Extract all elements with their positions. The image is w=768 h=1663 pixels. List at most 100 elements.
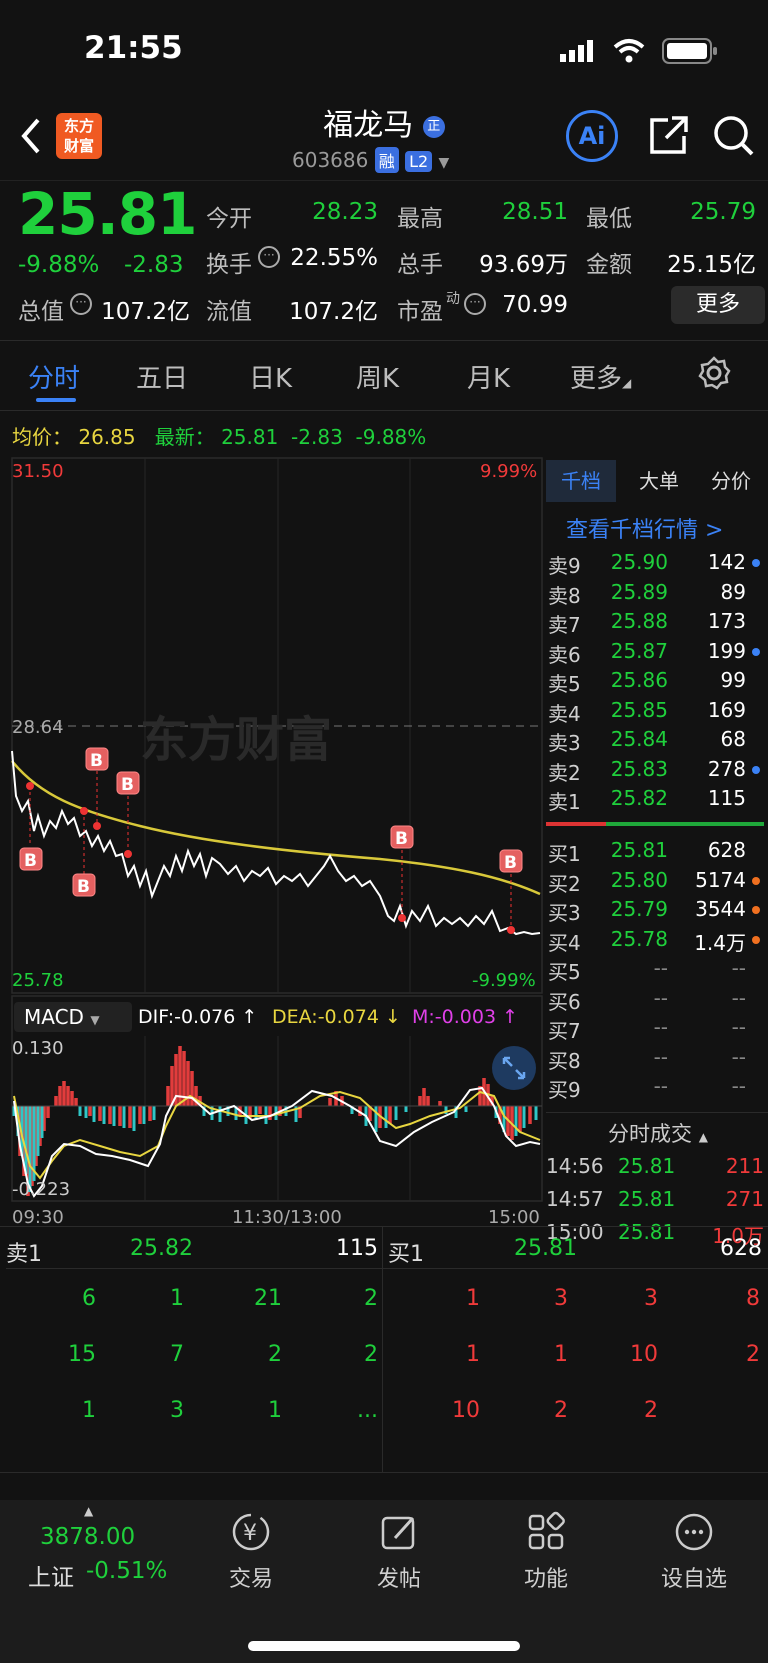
latest-value: 25.81 xyxy=(221,425,279,449)
sells-level-row[interactable]: 卖6 25.87 199 xyxy=(546,637,768,667)
share-icon[interactable] xyxy=(646,114,690,162)
buys-level-row[interactable]: 买7 -- -- xyxy=(546,1013,768,1043)
ai-button[interactable]: Ai xyxy=(566,110,618,162)
buys-level-row[interactable]: 买9 -- -- xyxy=(546,1072,768,1102)
queue-sell-cell: 2 xyxy=(268,1342,282,1367)
home-indicator[interactable] xyxy=(248,1641,520,1651)
nav-functions[interactable]: 功能 xyxy=(496,1510,596,1592)
index-value[interactable]: 3878.00 xyxy=(40,1524,135,1550)
watermark: 东方财富 xyxy=(140,712,332,768)
queue-sell-cell: 15 xyxy=(68,1342,96,1367)
avg-line-info: 均价： 26.85 最新： 25.81 -2.83 -9.88% xyxy=(12,421,426,450)
b-marker[interactable]: B xyxy=(19,782,43,871)
b-marker[interactable]: B xyxy=(499,849,523,934)
sells-level-row[interactable]: 卖2 25.83 278 xyxy=(546,755,768,785)
stock-code-row[interactable]: 603686 融 L2 ▼ xyxy=(292,147,449,173)
tab-intraday[interactable]: 分时 xyxy=(28,358,80,395)
queue-buy-price: 25.81 xyxy=(514,1236,577,1261)
queue-sell-cell: 6 xyxy=(82,1286,96,1311)
macd-label: MACD xyxy=(24,1005,84,1029)
level-price: -- xyxy=(653,985,668,1010)
tab-thousand-level[interactable]: 千档 xyxy=(546,460,616,502)
buys-level-row[interactable]: 买3 25.79 3544 xyxy=(546,895,768,925)
macd-y-top: 0.130 xyxy=(12,1038,64,1059)
sells-level-row[interactable]: 卖4 25.85 169 xyxy=(546,696,768,726)
queue-sell-cell: ... xyxy=(357,1398,378,1423)
l2-badge: L2 xyxy=(405,151,433,172)
high-value: 28.51 xyxy=(502,199,568,225)
tab-weekly-k[interactable]: 周K xyxy=(356,358,399,395)
sells-level-row[interactable]: 卖8 25.89 89 xyxy=(546,578,768,608)
tab-large-orders[interactable]: 大单 xyxy=(624,460,694,502)
queue-sell-cell: 3 xyxy=(170,1398,184,1423)
macd-y-bot: -0.223 xyxy=(12,1179,70,1200)
divider xyxy=(0,410,768,411)
tab-more[interactable]: 更多◢ xyxy=(570,358,631,395)
pe-value: 70.99 xyxy=(502,292,568,318)
svg-text:B: B xyxy=(504,853,517,873)
queue-buy-cell: 2 xyxy=(746,1342,760,1367)
buys-level-row[interactable]: 买2 25.80 5174 xyxy=(546,866,768,896)
level-volume: 115 xyxy=(707,786,746,810)
buys-level-row[interactable]: 买1 25.81 628 xyxy=(546,836,768,866)
info-icon[interactable]: ··· xyxy=(464,293,486,315)
buys-level-row[interactable]: 买4 25.78 1.4万 xyxy=(546,925,768,955)
queue-buy-cell: 1 xyxy=(466,1286,480,1311)
level-price: 25.87 xyxy=(610,638,668,663)
order-dot xyxy=(752,765,760,774)
index-name[interactable]: 上证 xyxy=(28,1558,74,1592)
x-label-start: 09:30 xyxy=(12,1207,64,1226)
trades-title[interactable]: 分时成交 ▲ xyxy=(608,1118,708,1148)
queue-buy-cell: 8 xyxy=(746,1286,760,1311)
settings-icon[interactable] xyxy=(697,356,731,394)
tab-five-day[interactable]: 五日 xyxy=(136,358,188,395)
nav-post[interactable]: 发帖 xyxy=(349,1510,449,1592)
more-dots-icon xyxy=(644,1510,744,1561)
queue-buy-cell: 10 xyxy=(452,1398,480,1423)
sells-level-row[interactable]: 卖3 25.84 68 xyxy=(546,725,768,755)
nav-set-watchlist[interactable]: 设自选 xyxy=(644,1510,744,1592)
level-price: 25.78 xyxy=(610,926,668,951)
level-price: -- xyxy=(653,1015,668,1039)
sells-level-row[interactable]: 卖7 25.88 173 xyxy=(546,607,768,637)
tab-price-distribution[interactable]: 分价 xyxy=(696,460,766,502)
mktcap-label: 总值 xyxy=(18,299,64,325)
search-icon[interactable] xyxy=(712,114,756,162)
info-icon[interactable]: ··· xyxy=(258,246,280,268)
trade-row: 14:57 25.81 271 xyxy=(546,1183,768,1216)
pct-top-label: 9.99% xyxy=(480,461,537,482)
b-marker[interactable]: B xyxy=(85,747,109,830)
level-label: 买7 xyxy=(548,1019,581,1043)
open-label: 今开 xyxy=(206,206,252,232)
buys-level-row[interactable]: 买6 -- -- xyxy=(546,984,768,1014)
pe-superscript: 动 xyxy=(446,291,460,307)
level-price: 25.80 xyxy=(610,867,668,892)
level-label: 买8 xyxy=(548,1048,581,1073)
level-price: 25.85 xyxy=(610,697,668,722)
change-value: -2.83 xyxy=(124,252,184,278)
tab-daily-k[interactable]: 日K xyxy=(249,358,292,395)
expand-icon[interactable] xyxy=(492,1046,536,1090)
buys-level-row[interactable]: 买5 -- -- xyxy=(546,954,768,984)
macd-selector[interactable]: MACD ▼ xyxy=(14,1002,132,1032)
trade-time: 14:57 xyxy=(546,1187,604,1211)
b-marker[interactable]: B xyxy=(72,807,96,897)
view-depth-link[interactable]: 查看千档行情 > xyxy=(566,512,723,544)
nav-trade[interactable]: ¥ 交易 xyxy=(201,1510,301,1592)
sells-level-row[interactable]: 卖9 25.90 142 xyxy=(546,548,768,578)
nav-set-watchlist-label: 设自选 xyxy=(660,1567,727,1592)
tab-monthly-k[interactable]: 月K xyxy=(467,358,510,395)
sells-level-row[interactable]: 卖5 25.86 99 xyxy=(546,666,768,696)
info-icon[interactable]: ··· xyxy=(70,293,92,315)
sells-level-row[interactable]: 卖1 25.82 115 xyxy=(546,784,768,814)
amount-value: 25.15亿 xyxy=(667,252,756,278)
level-volume: 5174 xyxy=(695,867,746,892)
more-button[interactable]: 更多 xyxy=(671,286,765,324)
buys-level-row[interactable]: 买8 -- -- xyxy=(546,1043,768,1073)
b-marker[interactable]: B xyxy=(116,771,140,858)
trade-volume: 271 xyxy=(725,1187,764,1211)
index-pct[interactable]: -0.51% xyxy=(86,1558,167,1584)
intraday-chart[interactable]: 东方财富 B B B B B B 31.50 9.99% 28.64 25.78… xyxy=(0,456,546,1226)
macd-histogram-cyan xyxy=(12,1106,538,1192)
last-price: 25.81 xyxy=(18,180,197,248)
